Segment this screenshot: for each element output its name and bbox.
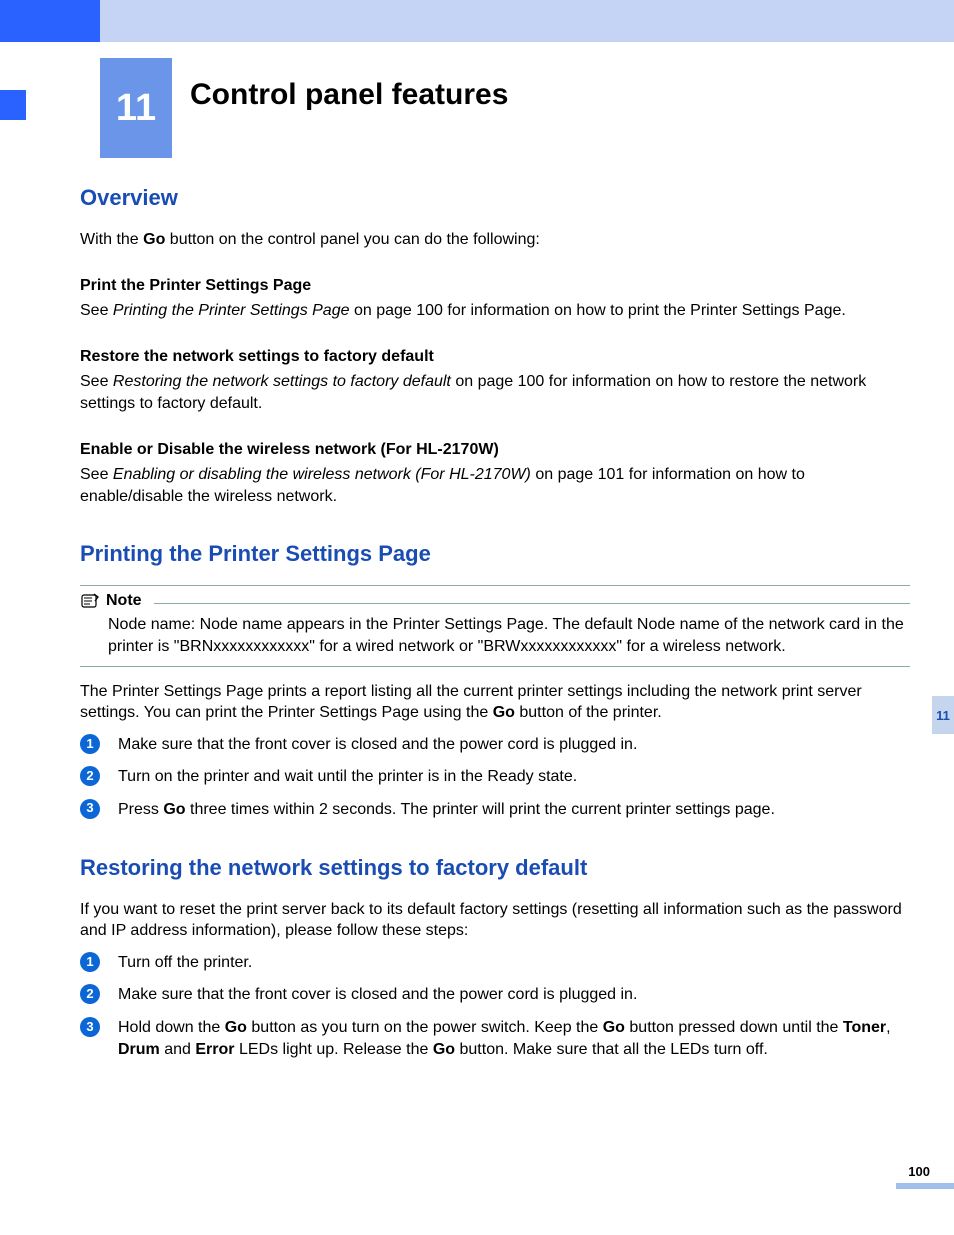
restoring-desc: If you want to reset the print server ba… <box>80 899 910 942</box>
chapter-number-badge: 11 <box>100 58 172 158</box>
list-item: 3 Hold down the Go button as you turn on… <box>80 1017 910 1062</box>
header-band <box>0 0 954 42</box>
printing-desc: The Printer Settings Page prints a repor… <box>80 681 910 724</box>
overview-item-body-0: See Printing the Printer Settings Page o… <box>80 300 910 322</box>
list-item: 1Make sure that the front cover is close… <box>80 734 910 756</box>
list-item: 1Turn off the printer. <box>80 952 910 974</box>
overview-item-body-1: See Restoring the network settings to fa… <box>80 371 910 414</box>
page-number: 100 <box>908 1164 930 1179</box>
printing-heading: Printing the Printer Settings Page <box>80 541 910 567</box>
overview-item-title-1: Restore the network settings to factory … <box>80 346 910 368</box>
step-bullet: 2 <box>80 984 100 1004</box>
note-body: Node name: Node name appears in the Prin… <box>80 614 910 657</box>
overview-item-body-2: See Enabling or disabling the wireless n… <box>80 464 910 507</box>
note-icon <box>80 592 100 610</box>
list-item: 3 Press Go three times within 2 seconds.… <box>80 799 910 821</box>
step-bullet: 3 <box>80 1017 100 1037</box>
left-accent-stub <box>0 90 26 120</box>
section-tab[interactable]: 11 <box>932 696 954 734</box>
step-bullet: 1 <box>80 952 100 972</box>
overview-link-2[interactable]: Enabling or disabling the wireless netwo… <box>113 466 531 483</box>
note-rule <box>154 603 910 604</box>
restoring-heading: Restoring the network settings to factor… <box>80 855 910 881</box>
overview-item-title-2: Enable or Disable the wireless network (… <box>80 439 910 461</box>
printing-steps: 1Make sure that the front cover is close… <box>80 734 910 821</box>
chapter-title: Control panel features <box>190 78 508 112</box>
overview-intro: With the Go button on the control panel … <box>80 229 910 251</box>
note-label: Note <box>106 592 142 610</box>
page-number-bar <box>896 1183 954 1189</box>
step-bullet: 2 <box>80 766 100 786</box>
overview-link-0[interactable]: Printing the Printer Settings Page <box>113 302 350 319</box>
note-block: Note Node name: Node name appears in the… <box>80 585 910 666</box>
list-item: 2Turn on the printer and wait until the … <box>80 766 910 788</box>
page-content: Overview With the Go button on the contr… <box>80 185 910 1072</box>
overview-item-title-0: Print the Printer Settings Page <box>80 275 910 297</box>
header-accent-lilac <box>100 0 954 42</box>
list-item: 2Make sure that the front cover is close… <box>80 984 910 1006</box>
overview-link-1[interactable]: Restoring the network settings to factor… <box>113 373 451 390</box>
header-accent-blue <box>0 0 100 42</box>
step-bullet: 3 <box>80 799 100 819</box>
restoring-steps: 1Turn off the printer. 2Make sure that t… <box>80 952 910 1062</box>
step-bullet: 1 <box>80 734 100 754</box>
overview-heading: Overview <box>80 185 910 211</box>
